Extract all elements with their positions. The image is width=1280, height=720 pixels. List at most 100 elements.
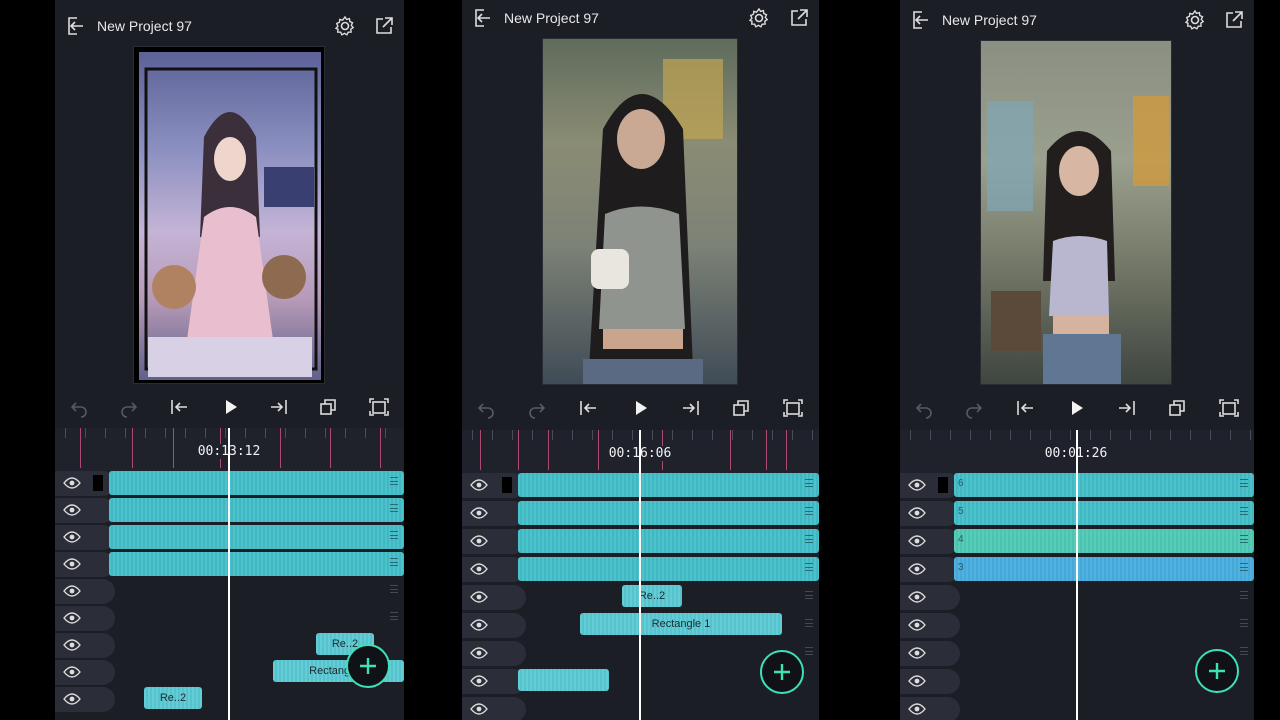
plus-icon xyxy=(360,658,376,674)
gear-icon[interactable] xyxy=(748,7,770,29)
keyframe-icon[interactable] xyxy=(1166,396,1190,420)
undo-icon[interactable] xyxy=(474,396,498,420)
top-bar: New Project 97 xyxy=(462,0,819,36)
eye-icon[interactable] xyxy=(908,534,926,548)
eye-icon[interactable] xyxy=(908,506,926,520)
eye-icon[interactable] xyxy=(908,478,926,492)
eye-icon[interactable] xyxy=(63,584,81,598)
video-preview xyxy=(542,38,738,385)
eye-icon[interactable] xyxy=(908,590,926,604)
play-icon[interactable] xyxy=(218,395,242,419)
editor-panel-3: New Project 97 6 5 4 3 xyxy=(900,0,1254,720)
eye-icon[interactable] xyxy=(63,530,81,544)
track-number: 4 xyxy=(958,534,964,545)
fullscreen-icon[interactable] xyxy=(367,395,391,419)
add-button[interactable] xyxy=(760,650,804,694)
eye-icon[interactable] xyxy=(470,478,488,492)
exit-icon[interactable] xyxy=(63,14,87,38)
media-clip[interactable]: 6 xyxy=(954,473,1254,497)
add-button[interactable] xyxy=(346,644,390,688)
redo-icon[interactable] xyxy=(962,396,986,420)
eye-icon[interactable] xyxy=(908,562,926,576)
eye-icon[interactable] xyxy=(470,674,488,688)
playhead[interactable] xyxy=(639,430,641,720)
export-icon[interactable] xyxy=(373,15,395,37)
eye-icon[interactable] xyxy=(63,665,81,679)
media-clip[interactable] xyxy=(518,557,819,581)
eye-icon[interactable] xyxy=(908,702,926,716)
skip-end-icon[interactable] xyxy=(679,396,703,420)
track-number: 3 xyxy=(958,562,964,573)
re2-clip[interactable]: Re..2 xyxy=(622,585,682,607)
media-clip[interactable] xyxy=(518,501,819,525)
eye-icon[interactable] xyxy=(63,476,81,490)
skip-start-icon[interactable] xyxy=(167,395,191,419)
playhead[interactable] xyxy=(228,428,230,720)
rectangle-clip[interactable]: Rectangle 1 xyxy=(580,613,782,635)
eye-icon[interactable] xyxy=(470,618,488,632)
skip-start-icon[interactable] xyxy=(576,396,600,420)
eye-icon[interactable] xyxy=(470,702,488,716)
video-preview xyxy=(133,46,325,384)
play-icon[interactable] xyxy=(628,396,652,420)
skip-start-icon[interactable] xyxy=(1013,396,1037,420)
track-number: 6 xyxy=(958,478,964,489)
keyframe-icon[interactable] xyxy=(317,395,341,419)
re2-clip[interactable]: Re..2 xyxy=(144,687,202,709)
clip-thumbnail xyxy=(502,477,512,493)
media-clip[interactable]: 3 xyxy=(954,557,1254,581)
eye-icon[interactable] xyxy=(908,646,926,660)
eye-icon[interactable] xyxy=(63,692,81,706)
export-icon[interactable] xyxy=(788,7,810,29)
play-icon[interactable] xyxy=(1064,396,1088,420)
editor-panel-2: New Project 97 Re..2 Rectangle 1 xyxy=(462,0,819,720)
undo-icon[interactable] xyxy=(912,396,936,420)
eye-icon[interactable] xyxy=(470,534,488,548)
exit-icon[interactable] xyxy=(470,6,494,30)
gear-icon[interactable] xyxy=(1184,9,1206,31)
clip-thumbnail xyxy=(93,475,103,491)
playback-controls xyxy=(55,387,404,427)
project-title[interactable]: New Project 97 xyxy=(504,9,599,27)
eye-icon[interactable] xyxy=(470,562,488,576)
eye-icon[interactable] xyxy=(908,674,926,688)
project-title[interactable]: New Project 97 xyxy=(97,17,192,35)
undo-icon[interactable] xyxy=(67,395,91,419)
eye-icon[interactable] xyxy=(470,646,488,660)
plus-icon xyxy=(1209,663,1225,679)
eye-icon[interactable] xyxy=(470,590,488,604)
media-clip[interactable]: 5 xyxy=(954,501,1254,525)
eye-icon[interactable] xyxy=(63,503,81,517)
skip-end-icon[interactable] xyxy=(1115,396,1139,420)
skip-end-icon[interactable] xyxy=(267,395,291,419)
redo-icon[interactable] xyxy=(117,395,141,419)
add-button[interactable] xyxy=(1195,649,1239,693)
top-bar: New Project 97 xyxy=(55,8,404,44)
media-clip[interactable] xyxy=(109,552,404,576)
playhead[interactable] xyxy=(1076,430,1078,720)
eye-icon[interactable] xyxy=(63,557,81,571)
video-preview xyxy=(980,40,1172,385)
media-clip[interactable] xyxy=(109,525,404,549)
media-clip[interactable] xyxy=(109,471,404,495)
media-clip[interactable] xyxy=(109,498,404,522)
plus-icon xyxy=(774,664,790,680)
gear-icon[interactable] xyxy=(334,15,356,37)
fullscreen-icon[interactable] xyxy=(1217,396,1241,420)
exit-icon[interactable] xyxy=(908,8,932,32)
eye-icon[interactable] xyxy=(63,638,81,652)
media-clip[interactable]: 4 xyxy=(954,529,1254,553)
export-icon[interactable] xyxy=(1223,9,1245,31)
eye-icon[interactable] xyxy=(908,618,926,632)
redo-icon[interactable] xyxy=(525,396,549,420)
fullscreen-icon[interactable] xyxy=(781,396,805,420)
eye-icon[interactable] xyxy=(470,506,488,520)
media-clip[interactable] xyxy=(518,529,819,553)
media-clip-short[interactable] xyxy=(518,669,609,691)
clip-thumbnail xyxy=(938,477,948,493)
project-title[interactable]: New Project 97 xyxy=(942,11,1037,29)
playback-controls xyxy=(900,388,1254,428)
media-clip[interactable] xyxy=(518,473,819,497)
keyframe-icon[interactable] xyxy=(730,396,754,420)
eye-icon[interactable] xyxy=(63,611,81,625)
